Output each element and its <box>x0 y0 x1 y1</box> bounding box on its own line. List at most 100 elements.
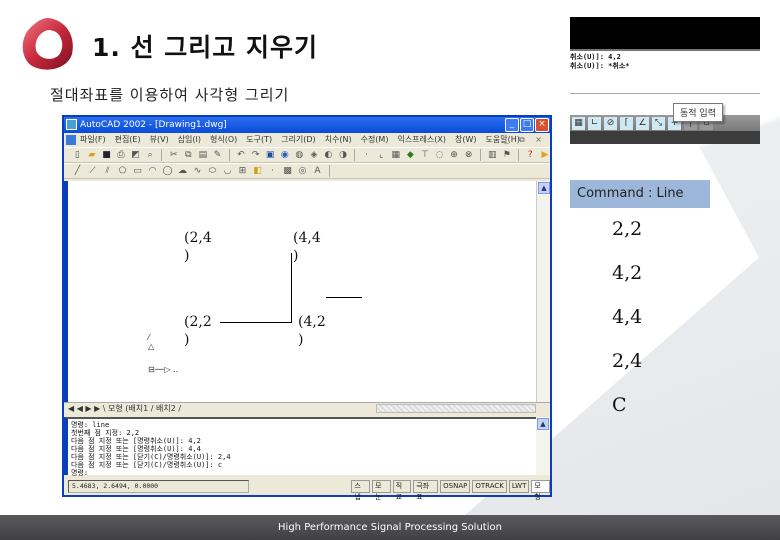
matchprop-icon[interactable]: ✎ <box>212 150 223 161</box>
model-toggle[interactable]: 모형 <box>531 479 550 501</box>
menu-draw[interactable]: 그리기(D) <box>281 133 315 147</box>
new-icon[interactable]: ▯ <box>72 150 83 161</box>
revcloud-icon[interactable]: ☁ <box>177 166 188 177</box>
horizontal-scrollbar[interactable] <box>376 404 536 413</box>
command-window-crop <box>570 17 760 51</box>
menu-file[interactable]: 파일(F) <box>80 133 106 147</box>
window-title: AutoCAD 2002 - [Drawing1.dwg] <box>80 120 227 130</box>
document-icon[interactable] <box>66 135 76 145</box>
redo-icon[interactable]: ↷ <box>250 150 261 161</box>
menu-format[interactable]: 형식(O) <box>210 133 237 147</box>
ortho-icon[interactable]: ∟ <box>588 116 601 130</box>
ellipse-arc-icon[interactable]: ◡ <box>222 166 233 177</box>
menu-edit[interactable]: 편집(E) <box>115 133 141 147</box>
osnap-icon[interactable]: ◈ <box>309 150 320 161</box>
drawing-area[interactable]: (2,4) (4,4) (2,2) (4,2) ⁄ △ ⊟──▷ .. <box>64 181 536 402</box>
toolpalette-icon[interactable]: ◌ <box>434 150 445 161</box>
grid-icon[interactable]: ▦ <box>572 116 585 130</box>
toolbar-separator <box>228 149 230 161</box>
osnap-icon[interactable]: ⌈ <box>620 116 633 130</box>
sheet-icon[interactable]: ▥ <box>487 150 498 161</box>
ucs-x-axis-icon: ⊟──▷ .. <box>148 365 179 374</box>
polar-icon[interactable]: ⊘ <box>604 116 617 130</box>
menu-window[interactable]: 창(W) <box>455 133 477 147</box>
zoom-in-icon[interactable]: ⊕ <box>449 150 460 161</box>
otrack-icon[interactable]: ∠ <box>636 116 649 130</box>
undo-history: 취소(U)]: 4,2 취소(U)]: *취소* <box>570 53 629 71</box>
preview-icon[interactable]: ◩ <box>130 150 141 161</box>
snap-toggle[interactable]: 스냅 <box>351 479 370 501</box>
properties-icon[interactable]: ◆ <box>405 150 416 161</box>
lwt-toggle[interactable]: LWT <box>508 479 530 493</box>
grid-toggle[interactable]: 모눈 <box>371 479 391 501</box>
copy-icon[interactable]: ⧉ <box>183 150 194 161</box>
osnap-toggle[interactable]: OSNAP <box>440 479 471 493</box>
make-block-icon[interactable]: ◧ <box>252 166 263 177</box>
vertical-scrollbar[interactable]: ▲ <box>536 181 550 402</box>
hyperlink-icon[interactable]: ▣ <box>265 150 276 161</box>
slide-title: 1. 선 그리고 지우기 <box>92 33 319 62</box>
ducs-icon[interactable]: ⤡ <box>652 116 665 130</box>
text-icon[interactable]: A <box>312 166 323 177</box>
command-scrollbar[interactable]: ▲ <box>536 417 550 475</box>
zoom-previous-icon[interactable]: ▦ <box>390 150 401 161</box>
polar-toggle[interactable]: 극좌표 <box>413 479 439 501</box>
step-item: 2,4 <box>612 350 643 372</box>
divider <box>570 93 760 94</box>
zoom-icon[interactable]: ◐ <box>323 150 334 161</box>
menu-modify[interactable]: 수정(M) <box>361 133 389 147</box>
zoom-window-icon[interactable]: ⌞ <box>376 150 387 161</box>
menu-tools[interactable]: 도구(T) <box>246 133 272 147</box>
line-icon[interactable]: ╱ <box>72 166 83 177</box>
dark-strip <box>570 131 760 144</box>
mdi-window-buttons[interactable]: _ ⧉ × <box>504 133 546 147</box>
circle-icon[interactable]: ◯ <box>162 166 173 177</box>
paste-icon[interactable]: ▤ <box>198 150 209 161</box>
maximize-button[interactable]: □ <box>520 118 534 132</box>
insert-block-icon[interactable]: ⊞ <box>237 166 248 177</box>
menu-express[interactable]: 익스프레스(X) <box>397 133 446 147</box>
ortho-toggle[interactable]: 직교 <box>392 479 412 501</box>
point-icon[interactable]: · <box>267 166 278 177</box>
markup-icon[interactable]: ⚑ <box>501 150 512 161</box>
polygon-icon[interactable]: ⬠ <box>117 166 128 177</box>
zoom-out-icon[interactable]: ⊗ <box>463 150 474 161</box>
today-icon[interactable]: ▶ <box>540 150 551 161</box>
save-icon[interactable]: ■ <box>101 150 112 161</box>
dynamic-input-tooltip: 동적 입력 <box>673 103 723 122</box>
label-point-4-2: (4,2) <box>298 314 326 348</box>
menu-insert[interactable]: 삽입(I) <box>178 133 201 147</box>
open-icon[interactable]: ▰ <box>87 150 98 161</box>
close-button[interactable]: × <box>535 118 549 132</box>
label-point-2-4: (2,4) <box>184 230 212 264</box>
slide-subtitle: 절대좌표를 이용하여 사각형 그리기 <box>50 86 290 104</box>
xline-icon[interactable]: ⟋ <box>87 166 98 177</box>
designcenter-icon[interactable]: ⊤ <box>420 150 431 161</box>
standard-toolbar: ▯ ▰ ■ ⎙ ◩ ⌕ ✂ ⧉ ▤ ✎ ↶ ↷ ▣ ◉ ◍ ◈ ◐ ◑ · ⌞ … <box>64 147 550 163</box>
menu-view[interactable]: 뷰(V) <box>150 133 169 147</box>
arc-icon[interactable]: ◠ <box>147 166 158 177</box>
command-history[interactable]: 명령: line 첫번째 점 지정: 2,2 다음 점 지정 또는 [명령취소(… <box>64 417 550 477</box>
ucs-icon[interactable]: ◉ <box>279 150 290 161</box>
scroll-up-button[interactable]: ▲ <box>538 182 550 194</box>
otrack-toggle[interactable]: OTRACK <box>472 479 507 493</box>
region-icon[interactable]: ◎ <box>297 166 308 177</box>
undo-icon[interactable]: ↶ <box>236 150 247 161</box>
scroll-up-button[interactable]: ▲ <box>537 418 549 430</box>
zoom-realtime-icon[interactable]: · <box>361 150 372 161</box>
ellipse-icon[interactable]: ⬭ <box>207 166 218 177</box>
pline-icon[interactable]: ⫽ <box>102 166 113 177</box>
toolbar-separator <box>518 149 520 161</box>
menu-dimension[interactable]: 치수(N) <box>325 133 352 147</box>
rectangle-icon[interactable]: ▭ <box>132 166 143 177</box>
tracking-icon[interactable]: ◍ <box>294 150 305 161</box>
print-icon[interactable]: ⎙ <box>116 150 127 161</box>
cut-icon[interactable]: ✂ <box>168 150 179 161</box>
pan-icon[interactable]: ◑ <box>338 150 349 161</box>
hatch-icon[interactable]: ▩ <box>282 166 293 177</box>
command-prompt[interactable]: 명령: <box>71 469 547 477</box>
publish-icon[interactable]: ⌕ <box>145 150 156 161</box>
spline-icon[interactable]: ∿ <box>192 166 203 177</box>
minimize-button[interactable]: _ <box>505 118 519 132</box>
help-icon[interactable]: ? <box>525 150 536 161</box>
